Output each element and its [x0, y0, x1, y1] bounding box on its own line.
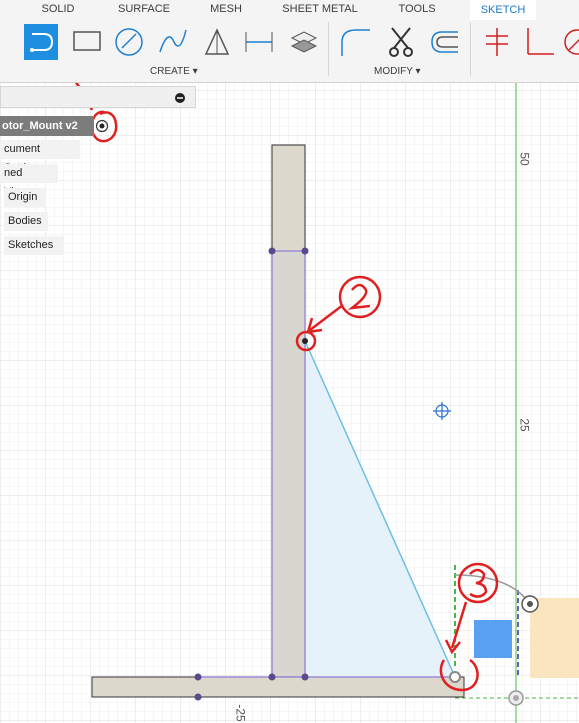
dimension-icon: [245, 32, 273, 52]
arc-point-inner: [527, 601, 533, 607]
vertical-post[interactable]: [271, 250, 306, 678]
dimension-tool[interactable]: [242, 24, 276, 60]
fillet-tool[interactable]: [338, 24, 372, 60]
point-3[interactable]: [449, 671, 461, 683]
scissors-icon: [389, 27, 413, 57]
radio-icon[interactable]: [95, 119, 109, 133]
perpendicular-tool[interactable]: [522, 24, 556, 60]
tab-sheet-metal[interactable]: SHEET METAL: [280, 3, 360, 15]
offset-tool[interactable]: [426, 24, 460, 60]
browser-item-document-settings[interactable]: cument Settings: [0, 140, 80, 174]
rectangle-icon: [73, 31, 101, 51]
ruler-label-25: 25: [517, 418, 532, 432]
trim-tool[interactable]: [384, 24, 418, 60]
constraint-icon: [486, 28, 508, 56]
perpendicular-icon: [527, 28, 554, 55]
spline-icon: [159, 29, 187, 53]
point-2[interactable]: [302, 338, 308, 344]
project-icon: [290, 31, 318, 53]
offset-icon: [431, 31, 458, 53]
browser-item-bodies[interactable]: Bodies: [4, 212, 48, 231]
modify-menu[interactable]: MODIFY ▾: [374, 66, 421, 77]
browser-item-sketches[interactable]: Sketches: [4, 236, 64, 255]
toolbar-separator-2: [470, 22, 471, 76]
selection-box[interactable]: [474, 620, 512, 658]
browser-item-origin[interactable]: Origin: [4, 188, 46, 207]
tab-solid[interactable]: SOLID: [36, 3, 80, 15]
mirror-tool[interactable]: [200, 24, 234, 60]
toolbar-separator: [328, 22, 329, 76]
spline-tool[interactable]: [156, 24, 190, 60]
lock-circle-icon: [564, 29, 579, 55]
create-menu[interactable]: CREATE ▾: [150, 66, 198, 77]
rectangle-tool[interactable]: [70, 24, 104, 60]
browser-root-component[interactable]: otor_Mount v2: [0, 116, 94, 136]
base-plate[interactable]: [91, 676, 465, 698]
fix-tool[interactable]: [560, 24, 579, 60]
tab-mesh[interactable]: MESH: [206, 3, 246, 15]
ruler-label-50: 50: [517, 152, 532, 166]
fillet-icon: [341, 29, 370, 56]
browser-item-named-views[interactable]: ned Views: [0, 164, 58, 198]
tab-sketch[interactable]: SKETCH: [470, 0, 536, 20]
vertical-post-top[interactable]: [271, 144, 306, 252]
origin-point-inner: [513, 695, 519, 701]
toolbar: SOLID SURFACE MESH SHEET METAL TOOLS SKE…: [0, 0, 579, 83]
tab-tools[interactable]: TOOLS: [392, 3, 442, 15]
ruler-label-neg25: -25: [233, 704, 248, 722]
circle-tool[interactable]: [112, 24, 146, 60]
sketch-canvas[interactable]: 1: [0, 0, 579, 723]
collapse-icon[interactable]: [174, 92, 186, 104]
triangle-icon: [204, 28, 230, 55]
create-sketch-button[interactable]: [24, 24, 58, 60]
sketch-icon: [30, 33, 54, 52]
circle-icon: [115, 28, 143, 56]
tab-surface[interactable]: SURFACE: [112, 3, 176, 15]
constraint-tool-1[interactable]: [480, 24, 514, 60]
orange-profile[interactable]: [530, 598, 579, 678]
browser-header: [0, 86, 196, 108]
project-tool[interactable]: [286, 24, 320, 60]
